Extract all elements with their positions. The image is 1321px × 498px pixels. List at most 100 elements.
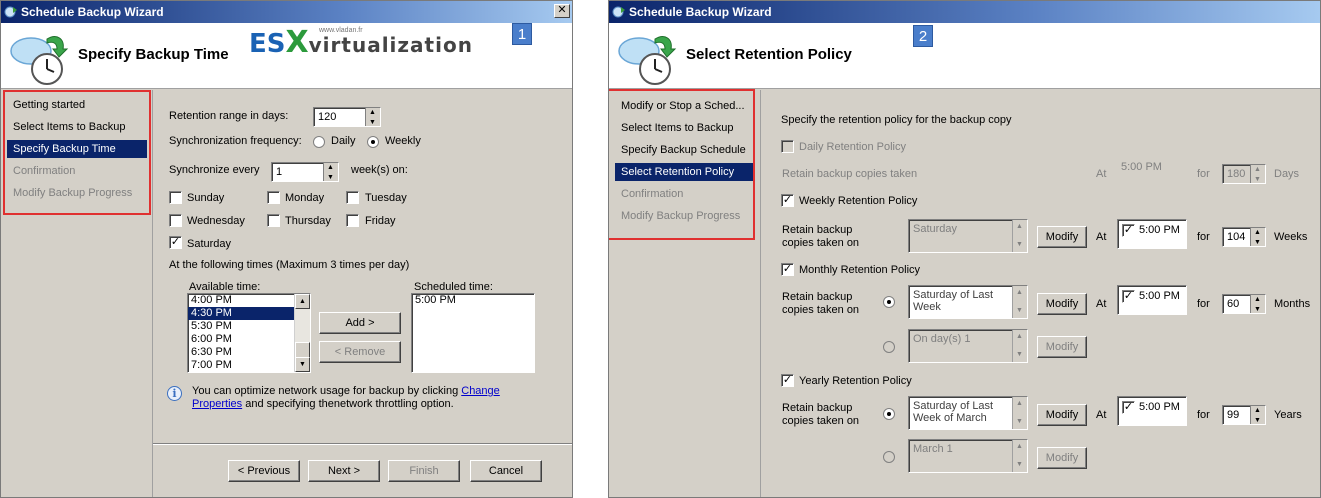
monthly-retention-checkbox[interactable]: ✓ [781,263,794,276]
monthly-last-week-radio[interactable] [883,296,895,308]
remove-button: < Remove [319,341,401,363]
weekly-modify-button[interactable]: Modify [1037,226,1087,248]
info-text-line2: Properties and specifying thenetwork thr… [192,398,454,410]
change-properties-link[interactable]: Change [461,385,500,397]
sync-every-label: Synchronize every [169,164,260,176]
list-item[interactable]: 4:00 PM [188,294,310,307]
list-item[interactable]: 6:30 PM [188,346,310,359]
wizard-app-icon [612,6,625,18]
monthly-on-day-radio[interactable] [883,341,895,353]
monthly-retention-stepper[interactable]: 60 [1222,291,1266,319]
yearly-on-date-field: March 1 [908,439,1028,473]
highlight-box [609,89,755,240]
yearly-schedule-field: Saturday of Last Week of March [908,396,1028,430]
daily-unit: Days [1274,168,1300,180]
daily-radio[interactable] [313,136,325,148]
weekly-time-picker[interactable]: ✓ 5:00 PM [1117,219,1187,249]
list-item[interactable]: 7:00 PM [188,359,310,372]
yearly-time-checkbox[interactable]: ✓ [1122,401,1135,414]
cancel-button[interactable]: Cancel [470,460,542,482]
weekly-retention-checkbox[interactable]: ✓ [781,194,794,207]
weekly-schedule-field: Saturday [908,219,1028,253]
sync-every-stepper[interactable]: 1 [271,159,339,187]
wednesday-checkbox[interactable] [169,214,182,227]
daily-time: 5:00 PM [1121,161,1162,173]
monthly-on-day-field: On day(s) 1 [908,329,1028,363]
esxvirtualization-logo: ESXvirtualization www.vladan.fr [249,25,473,60]
page-title: Specify Backup Time [78,46,229,63]
yearly-on-date-radio[interactable] [883,451,895,463]
tuesday-checkbox[interactable] [346,191,359,204]
divider [153,443,572,445]
backup-clock-icon [618,36,677,85]
add-button[interactable]: Add > [319,312,401,334]
monthly-unit: Months [1274,298,1311,310]
yearly-retain-label-2: copies taken on [782,415,860,427]
daily-retention-label: Daily Retention Policy [799,141,906,153]
scroll-up-icon[interactable]: ▲ [295,294,310,309]
scrollbar[interactable]: ▲ ▼ [294,294,310,372]
weekly-unit: Weeks [1274,231,1308,243]
thursday-label: Thursday [285,215,331,227]
window-title: Schedule Backup Wizard [629,5,772,19]
weekly-at-label: At [1096,231,1107,243]
daily-at-label: At [1096,168,1107,180]
thursday-checkbox[interactable] [267,214,280,227]
sunday-checkbox[interactable] [169,191,182,204]
list-item[interactable]: 5:00 PM [412,294,534,307]
available-time-list[interactable]: 4:00 PM 4:30 PM 5:30 PM 6:00 PM 6:30 PM … [187,293,311,373]
yearly-retention-checkbox[interactable]: ✓ [781,374,794,387]
wizard-header: Specify Backup Time ESXvirtualization ww… [1,23,572,89]
friday-checkbox[interactable] [346,214,359,227]
yearly-retention-label: Yearly Retention Policy [799,375,912,387]
list-item[interactable]: 6:00 PM [188,333,310,346]
monthly-modify-button[interactable]: Modify [1037,293,1087,315]
step-badge: 2 [913,25,933,47]
weekly-retain-label-2: copies taken on [782,237,860,249]
wizard-app-icon [4,6,17,18]
yearly-retention-stepper[interactable]: 99 [1222,402,1266,430]
intro-text: Specify the retention policy for the bac… [781,114,1012,126]
monthly-schedule-field: Saturday of Last Week [908,285,1028,319]
wizard-header: Select Retention Policy 2 [609,23,1320,89]
scroll-down-icon[interactable]: ▼ [295,357,310,372]
monthly-for-label: for [1197,298,1210,310]
monthly-retain-label-2: copies taken on [782,304,860,316]
weekly-for-label: for [1197,231,1210,243]
yearly-time-picker[interactable]: ✓ 5:00 PM [1117,396,1187,426]
window-title: Schedule Backup Wizard [21,5,164,19]
retention-range-label: Retention range in days: [169,110,289,122]
change-properties-link-cont[interactable]: Properties [192,398,242,410]
weekly-retention-stepper[interactable]: 104 [1222,224,1266,252]
retention-range-stepper[interactable]: 120 [313,104,381,132]
info-icon: i [167,386,182,401]
monday-label: Monday [285,192,325,204]
yearly-unit: Years [1274,409,1302,421]
yearly-last-week-radio[interactable] [883,408,895,420]
close-button[interactable]: ✕ [554,4,570,18]
daily-retention-stepper: 180 [1222,161,1266,189]
previous-button[interactable]: < Previous [228,460,300,482]
monthly-at-label: At [1096,298,1107,310]
yearly-modify-button[interactable]: Modify [1037,404,1087,426]
monthly-time-checkbox[interactable]: ✓ [1122,290,1135,303]
next-button[interactable]: Next > [308,460,380,482]
daily-retention-checkbox [781,140,794,153]
daily-for-label: for [1197,168,1210,180]
monthly-time-picker[interactable]: ✓ 5:00 PM [1117,285,1187,315]
weekly-radio[interactable] [367,136,379,148]
page-title: Select Retention Policy [686,46,852,63]
title-bar: Schedule Backup Wizard [609,1,1320,23]
monday-checkbox[interactable] [267,191,280,204]
weekly-time-checkbox[interactable]: ✓ [1122,224,1135,237]
list-item[interactable]: 5:30 PM [188,320,310,333]
wizard-window-retention-policy: Schedule Backup Wizard Select Retention … [608,0,1321,498]
saturday-label: Saturday [187,238,232,250]
list-item[interactable]: 4:30 PM [188,307,294,320]
weekly-label: Weekly [385,135,421,147]
saturday-checkbox[interactable]: ✓ [169,236,182,249]
scheduled-time-list[interactable]: 5:00 PM [411,293,535,373]
yearly-for-label: for [1197,409,1210,421]
backup-clock-icon [10,36,69,85]
monthly-retention-label: Monthly Retention Policy [799,264,921,276]
